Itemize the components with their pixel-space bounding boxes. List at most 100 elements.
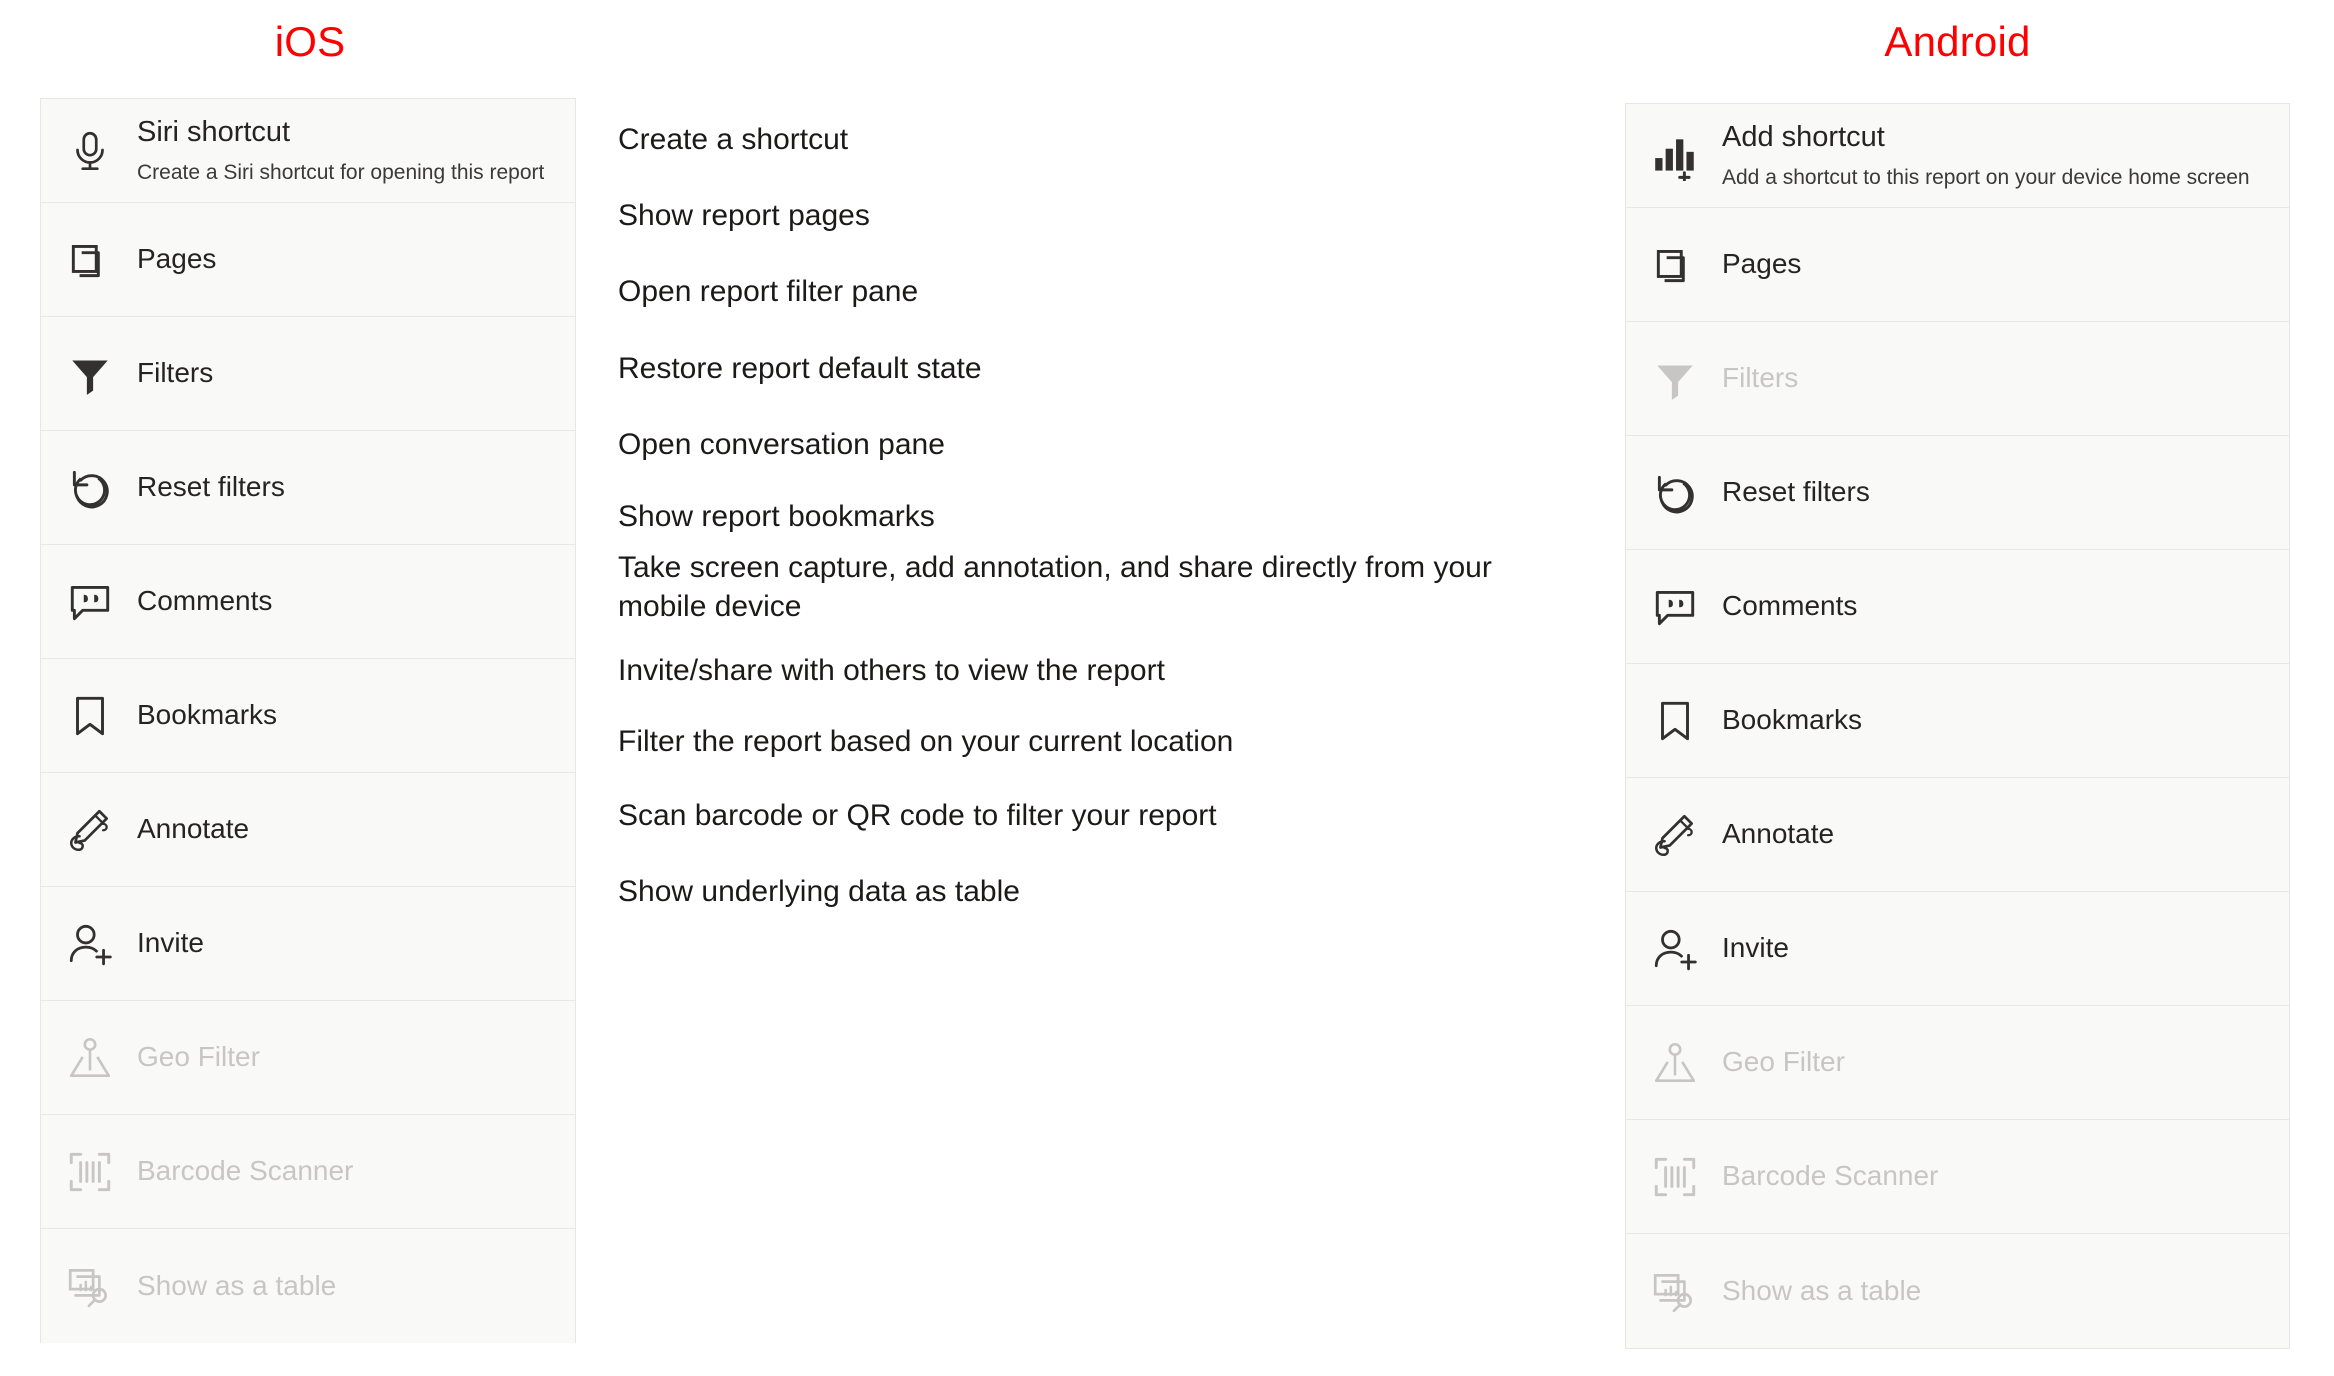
list-item-label: Reset filters	[1722, 476, 1870, 508]
list-item-label: Barcode Scanner	[137, 1155, 354, 1187]
list-item-label: Pages	[137, 243, 217, 275]
list-item-ios-comments[interactable]: Comments	[41, 545, 575, 659]
barcode-scanner-icon	[1644, 1152, 1718, 1202]
description-text: Create a shortcut	[618, 123, 849, 156]
list-item-text: Show as a table	[1718, 1275, 1921, 1307]
list-item-text: Pages	[133, 243, 216, 275]
list-item-label: Barcode Scanner	[1722, 1160, 1939, 1192]
list-item-android-show-as-a-table: Show as a table	[1626, 1234, 2289, 1348]
list-item-label: Filters	[137, 357, 214, 389]
list-item-ios-show-as-a-table: Show as a table	[41, 1229, 575, 1343]
list-item-text: Comments	[133, 585, 272, 617]
list-item-android-invite[interactable]: Invite	[1626, 892, 2289, 1006]
comment-bubble-icon	[59, 577, 133, 627]
list-item-text: Show as a table	[133, 1270, 336, 1302]
list-item-label: Geo Filter	[1722, 1046, 1845, 1078]
add-shortcut-bar-chart-plus-icon	[1644, 131, 1718, 181]
list-item-android-pages[interactable]: Pages	[1626, 208, 2289, 322]
list-item-text: Pages	[1718, 248, 1801, 280]
list-item-ios-geo-filter: Geo Filter	[41, 1001, 575, 1115]
list-item-text: Reset filters	[133, 471, 285, 503]
description-text: Open conversation pane	[618, 428, 945, 461]
list-item-text: Filters	[133, 357, 213, 389]
list-item-ios-invite[interactable]: Invite	[41, 887, 575, 1001]
list-item-label: Show as a table	[137, 1269, 337, 1301]
pages-icon	[1644, 240, 1718, 290]
description-text: Scan barcode or QR code to filter your r…	[618, 799, 1217, 832]
list-item-text: Barcode Scanner	[133, 1155, 353, 1187]
list-item-label: Annotate	[137, 813, 250, 845]
list-item-label: Comments	[137, 585, 273, 617]
list-item-label: Add shortcut	[1722, 120, 1885, 153]
description-text: Show report bookmarks	[618, 500, 935, 533]
list-item-android-bookmarks[interactable]: Bookmarks	[1626, 664, 2289, 778]
annotate-pen-icon	[59, 805, 133, 855]
list-item-label: Comments	[1722, 590, 1858, 622]
list-item-ios-reset-filters[interactable]: Reset filters	[41, 431, 575, 545]
list-item-ios-bookmarks[interactable]: Bookmarks	[41, 659, 575, 773]
list-item-text: Geo Filter	[133, 1041, 260, 1073]
filter-funnel-icon	[1644, 354, 1718, 404]
show-as-table-icon	[1644, 1266, 1718, 1316]
android-action-list: Add shortcut Add a shortcut to this repor…	[1625, 103, 2290, 1349]
list-item-label: Invite	[1722, 932, 1789, 964]
list-item-text: Filters	[1718, 362, 1798, 394]
list-item-text: Siri shortcut Create a Siri shortcut for …	[133, 116, 544, 185]
list-item-ios-annotate[interactable]: Annotate	[41, 773, 575, 887]
description-text: Show underlying data as table	[618, 875, 1020, 908]
description-text: Open report filter pane	[618, 275, 919, 308]
bookmark-icon	[1644, 696, 1718, 746]
list-item-label: Invite	[137, 927, 204, 959]
annotate-pen-icon	[1644, 810, 1718, 860]
list-item-label: Reset filters	[137, 471, 285, 503]
list-item-text: Bookmarks	[1718, 704, 1862, 736]
list-item-text: Bookmarks	[133, 699, 277, 731]
list-item-ios-pages[interactable]: Pages	[41, 203, 575, 317]
bookmark-icon	[59, 691, 133, 741]
list-item-text: Comments	[1718, 590, 1857, 622]
list-item-text: Barcode Scanner	[1718, 1160, 1938, 1192]
invite-person-plus-icon	[1644, 924, 1718, 974]
reset-undo-icon	[1644, 468, 1718, 518]
pages-icon	[59, 235, 133, 285]
list-item-android-comments[interactable]: Comments	[1626, 550, 2289, 664]
show-as-table-icon	[59, 1261, 133, 1311]
comparison-page: iOS Android Siri shortcut Create a Siri s…	[0, 0, 2334, 1376]
list-item-label: Geo Filter	[137, 1041, 260, 1073]
microphone-icon	[59, 126, 133, 176]
description-text: Show report pages	[618, 199, 870, 232]
column-heading-android: Android	[1884, 18, 2031, 65]
description-text: Filter the report based on your current …	[618, 725, 1234, 758]
list-item-label: Annotate	[1722, 818, 1835, 850]
list-item-text: Add shortcut Add a shortcut to this repor…	[1718, 121, 2250, 190]
description-text: Invite/share with others to view the rep…	[618, 654, 1165, 687]
list-item-label: Pages	[1722, 248, 1802, 280]
list-item-android-reset-filters[interactable]: Reset filters	[1626, 436, 2289, 550]
list-item-subtitle: Create a Siri shortcut for opening this …	[137, 161, 545, 185]
list-item-ios-barcode-scanner: Barcode Scanner	[41, 1115, 575, 1229]
list-item-android-barcode-scanner: Barcode Scanner	[1626, 1120, 2289, 1234]
description-text: Restore report default state	[618, 352, 982, 385]
list-item-android-add-shortcut[interactable]: Add shortcut Add a shortcut to this repor…	[1626, 104, 2289, 208]
list-item-text: Reset filters	[1718, 476, 1870, 508]
list-item-text: Invite	[1718, 932, 1789, 964]
ios-action-list: Siri shortcut Create a Siri shortcut for …	[40, 98, 576, 1343]
reset-undo-icon	[59, 463, 133, 513]
list-item-android-geo-filter: Geo Filter	[1626, 1006, 2289, 1120]
geo-filter-icon	[59, 1033, 133, 1083]
list-item-text: Geo Filter	[1718, 1046, 1845, 1078]
list-item-label: Siri shortcut	[137, 115, 291, 148]
list-item-ios-filters[interactable]: Filters	[41, 317, 575, 431]
column-heading-ios: iOS	[274, 18, 346, 65]
list-item-label: Bookmarks	[1722, 704, 1863, 736]
list-item-ios-siri-shortcut[interactable]: Siri shortcut Create a Siri shortcut for …	[41, 99, 575, 203]
comment-bubble-icon	[1644, 582, 1718, 632]
list-item-text: Annotate	[1718, 818, 1834, 850]
filter-funnel-icon	[59, 349, 133, 399]
list-item-label: Filters	[1722, 362, 1799, 394]
list-item-subtitle: Add a shortcut to this report on your de…	[1722, 166, 2250, 190]
geo-filter-icon	[1644, 1038, 1718, 1088]
invite-person-plus-icon	[59, 919, 133, 969]
list-item-android-annotate[interactable]: Annotate	[1626, 778, 2289, 892]
list-item-android-filters: Filters	[1626, 322, 2289, 436]
